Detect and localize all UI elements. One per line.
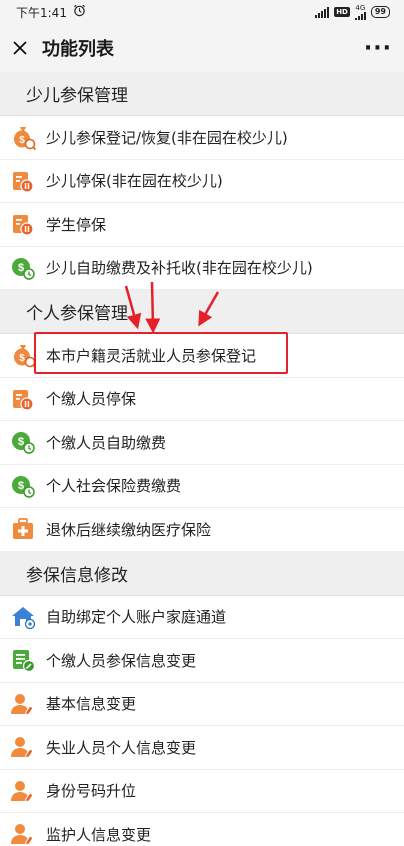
svg-text:$: $ (18, 480, 24, 492)
more-menu-button[interactable]: ··· (364, 36, 392, 61)
user-edit-icon (0, 691, 46, 717)
user-edit-icon (0, 821, 46, 846)
network-indicator: 4G (354, 3, 366, 20)
list-item[interactable]: 退休后继续缴纳医疗保险 (0, 508, 404, 552)
pause-document-icon (0, 386, 46, 412)
medical-kit-icon (0, 516, 46, 542)
list-item[interactable]: $ 本市户籍灵活就业人员参保登记 (0, 334, 404, 378)
list-item[interactable]: 失业人员个人信息变更 (0, 726, 404, 770)
svg-text:$: $ (19, 135, 25, 146)
list-item-label: 少儿停保(非在园在校少儿) (46, 172, 223, 191)
pause-document-icon (0, 168, 46, 194)
svg-text:$: $ (18, 262, 24, 274)
user-edit-icon (0, 734, 46, 760)
coin-clock-icon: $ (0, 473, 46, 499)
alarm-icon (73, 4, 86, 20)
section-header: 少儿参保管理 (0, 72, 404, 116)
list-item[interactable]: 个缴人员停保 (0, 377, 404, 421)
list-item[interactable]: 监护人信息变更 (0, 813, 404, 846)
list-item[interactable]: 个缴人员参保信息变更 (0, 639, 404, 683)
list-item-label: 身份号码升位 (46, 782, 137, 801)
list-item-label: 监护人信息变更 (46, 825, 152, 844)
list-item-label: 个缴人员自助缴费 (46, 433, 167, 452)
status-right: HD 4G 99 (315, 3, 390, 20)
more-icon: ··· (363, 35, 392, 61)
svg-text:$: $ (19, 353, 25, 364)
network-type: 4G (355, 3, 366, 12)
list-item-label: 少儿自助缴费及补托收(非在园在校少儿) (46, 259, 313, 278)
list-item-label: 个人社会保险费缴费 (46, 477, 182, 496)
list-item[interactable]: $ 少儿自助缴费及补托收(非在园在校少儿) (0, 246, 404, 290)
function-list: 少儿参保管理 $ 少儿参保登记/恢复(非在园在校少儿) 少儿停保(非在园在校少儿) 学生… (0, 72, 404, 846)
list-item-label: 本市户籍灵活就业人员参保登记 (46, 346, 257, 365)
coin-clock-icon: $ (0, 255, 46, 281)
edit-list-icon (0, 647, 46, 673)
list-item-label: 个缴人员参保信息变更 (46, 651, 197, 670)
status-left: 下午1:41 (16, 4, 86, 21)
pause-document-icon (0, 211, 46, 237)
svg-text:$: $ (18, 436, 24, 448)
list-item[interactable]: 少儿停保(非在园在校少儿) (0, 159, 404, 203)
list-item[interactable]: 学生停保 (0, 203, 404, 247)
battery-indicator: 99 (370, 6, 390, 18)
coin-clock-icon: $ (0, 429, 46, 455)
user-edit-icon (0, 778, 46, 804)
list-item[interactable]: 基本信息变更 (0, 682, 404, 726)
signal-icon (315, 6, 330, 18)
list-item[interactable]: $ 少儿参保登记/恢复(非在园在校少儿) (0, 116, 404, 160)
section-header: 参保信息修改 (0, 551, 404, 596)
page-title: 功能列表 (42, 39, 114, 60)
list-item-label: 基本信息变更 (46, 695, 137, 714)
list-item-label: 失业人员个人信息变更 (46, 738, 197, 757)
close-button[interactable] (8, 36, 32, 60)
list-item-label: 自助绑定个人账户家庭通道 (46, 608, 227, 627)
money-bag-icon: $ (0, 124, 46, 151)
home-icon (0, 604, 46, 630)
close-icon (13, 41, 27, 55)
list-item-label: 退休后继续缴纳医疗保险 (46, 520, 212, 539)
cellular-signal-icon (354, 11, 366, 20)
section-header: 个人参保管理 (0, 290, 404, 334)
list-item[interactable]: 自助绑定个人账户家庭通道 (0, 595, 404, 639)
nav-bar: 功能列表 ··· (0, 24, 404, 72)
list-item[interactable]: $ 个缴人员自助缴费 (0, 421, 404, 465)
list-item-label: 少儿参保登记/恢复(非在园在校少儿) (46, 128, 288, 147)
status-bar: 下午1:41 HD 4G 99 (0, 0, 404, 24)
hd-icon: HD (334, 7, 350, 17)
money-bag-icon: $ (0, 342, 46, 369)
list-item[interactable]: $ 个人社会保险费缴费 (0, 464, 404, 508)
list-item-label: 学生停保 (46, 215, 107, 234)
list-item-label: 个缴人员停保 (46, 390, 137, 409)
list-item[interactable]: 身份号码升位 (0, 769, 404, 813)
status-time: 下午1:41 (16, 5, 67, 20)
